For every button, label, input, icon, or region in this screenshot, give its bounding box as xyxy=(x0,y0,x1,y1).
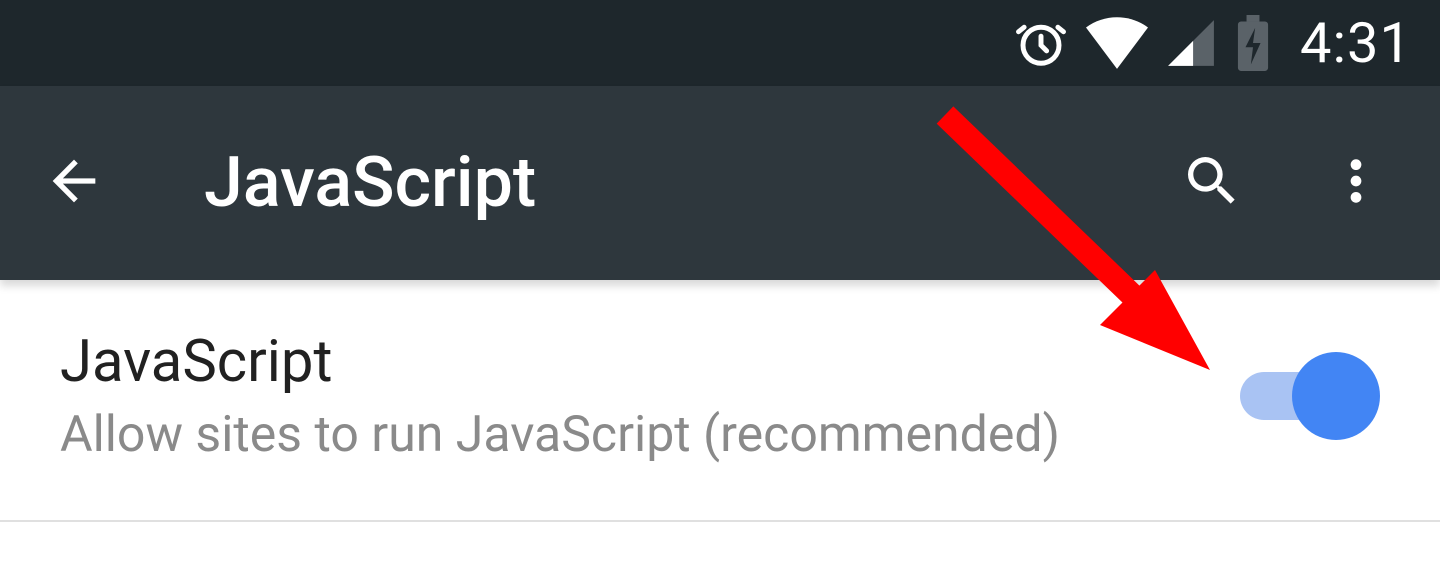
javascript-toggle[interactable] xyxy=(1240,352,1380,440)
toggle-thumb xyxy=(1292,352,1380,440)
setting-description: Allow sites to run JavaScript (recommend… xyxy=(60,406,1240,464)
search-icon xyxy=(1180,149,1244,217)
more-options-button[interactable] xyxy=(1316,143,1396,223)
more-vert-icon xyxy=(1328,153,1384,213)
app-bar: JavaScript xyxy=(0,86,1440,280)
page-title: JavaScript xyxy=(204,142,1172,224)
wifi-icon xyxy=(1086,17,1148,69)
cell-signal-icon xyxy=(1166,18,1216,68)
status-bar: 4:31 xyxy=(0,0,1440,86)
content-area: JavaScript Allow sites to run JavaScript… xyxy=(0,280,1440,522)
setting-text: JavaScript Allow sites to run JavaScript… xyxy=(60,328,1240,464)
battery-charging-icon xyxy=(1234,15,1272,71)
javascript-setting-row[interactable]: JavaScript Allow sites to run JavaScript… xyxy=(0,280,1440,522)
search-button[interactable] xyxy=(1172,143,1252,223)
status-time: 4:31 xyxy=(1300,10,1412,76)
back-button[interactable] xyxy=(34,143,114,223)
arrow-back-icon xyxy=(42,149,106,217)
alarm-icon xyxy=(1014,16,1068,70)
setting-title: JavaScript xyxy=(60,328,1240,396)
app-bar-actions xyxy=(1172,143,1406,223)
